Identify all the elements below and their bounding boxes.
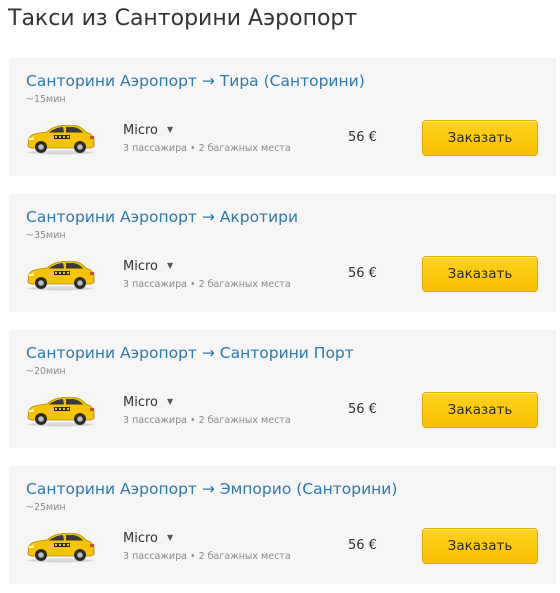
car-class-dropdown[interactable]: Micro ▼ bbox=[123, 530, 173, 547]
car-capacity: 3 пассажира • 2 багажных места bbox=[123, 415, 291, 426]
route-duration: ~25мин bbox=[26, 502, 66, 513]
order-button[interactable]: Заказать bbox=[422, 528, 538, 564]
caret-down-icon: ▼ bbox=[167, 533, 174, 542]
order-button[interactable]: Заказать bbox=[422, 392, 538, 428]
order-button[interactable]: Заказать bbox=[422, 120, 538, 156]
route-list: Санторини Аэропорт → Тира (Санторини) ~1… bbox=[9, 58, 556, 593]
car-class-label: Micro bbox=[123, 259, 158, 274]
car-class-dropdown[interactable]: Micro ▼ bbox=[123, 258, 173, 275]
page-title: Такси из Санторини Аэропорт bbox=[8, 6, 358, 31]
route-card: Санторини Аэропорт → Санторини Порт ~20м… bbox=[9, 330, 556, 448]
taxi-routes-page: Такси из Санторини Аэропорт Санторини Аэ… bbox=[0, 0, 560, 593]
taxi-car-icon bbox=[27, 533, 95, 563]
car-capacity: 3 пассажира • 2 багажных места bbox=[123, 551, 291, 562]
car-class-label: Micro bbox=[123, 531, 158, 546]
price: 56 € bbox=[348, 538, 377, 553]
taxi-car-icon bbox=[27, 261, 95, 291]
route-link[interactable]: Санторини Аэропорт → Акротири bbox=[26, 207, 298, 227]
caret-down-icon: ▼ bbox=[167, 261, 174, 270]
route-link[interactable]: Санторини Аэропорт → Тира (Санторини) bbox=[26, 71, 365, 91]
price: 56 € bbox=[348, 130, 377, 145]
price: 56 € bbox=[348, 402, 377, 417]
route-link[interactable]: Санторини Аэропорт → Эмпорио (Санторини) bbox=[26, 479, 397, 499]
route-duration: ~20мин bbox=[26, 366, 66, 377]
route-card: Санторини Аэропорт → Тира (Санторини) ~1… bbox=[9, 58, 556, 176]
car-capacity: 3 пассажира • 2 багажных места bbox=[123, 279, 291, 290]
route-duration: ~15мин bbox=[26, 94, 66, 105]
route-card: Санторини Аэропорт → Акротири ~35мин Mic… bbox=[9, 194, 556, 312]
route-card: Санторини Аэропорт → Эмпорио (Санторини)… bbox=[9, 466, 556, 584]
caret-down-icon: ▼ bbox=[167, 125, 174, 134]
car-capacity: 3 пассажира • 2 багажных места bbox=[123, 143, 291, 154]
route-link[interactable]: Санторини Аэропорт → Санторини Порт bbox=[26, 343, 354, 363]
car-class-dropdown[interactable]: Micro ▼ bbox=[123, 122, 173, 139]
car-class-label: Micro bbox=[123, 395, 158, 410]
price: 56 € bbox=[348, 266, 377, 281]
route-duration: ~35мин bbox=[26, 230, 66, 241]
order-button[interactable]: Заказать bbox=[422, 256, 538, 292]
taxi-car-icon bbox=[27, 125, 95, 155]
caret-down-icon: ▼ bbox=[167, 397, 174, 406]
car-class-dropdown[interactable]: Micro ▼ bbox=[123, 394, 173, 411]
taxi-car-icon bbox=[27, 397, 95, 427]
car-class-label: Micro bbox=[123, 123, 158, 138]
